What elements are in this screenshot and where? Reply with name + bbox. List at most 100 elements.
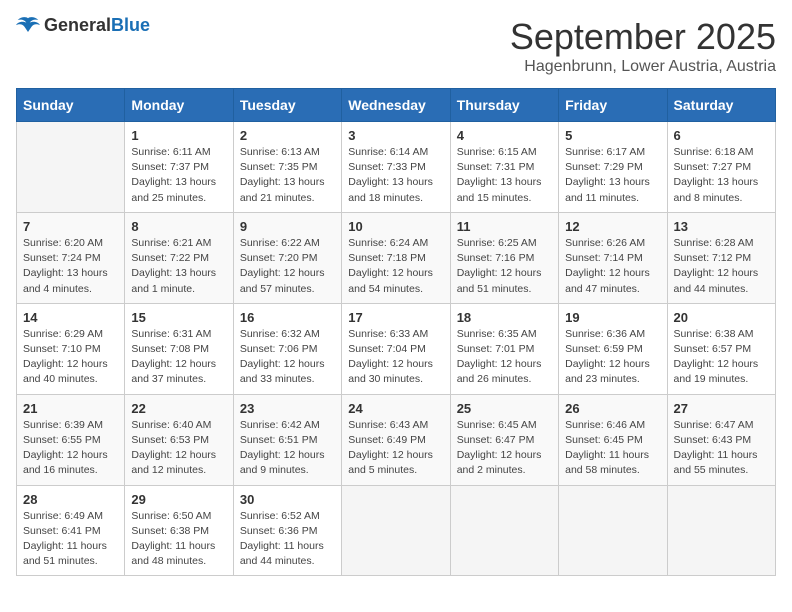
calendar-table: Sunday Monday Tuesday Wednesday Thursday… xyxy=(16,88,776,576)
calendar-cell: 22 Sunrise: 6:40 AMSunset: 6:53 PMDayligh… xyxy=(125,394,233,485)
calendar-cell: 28Sunrise: 6:49 AMSunset: 6:41 PMDayligh… xyxy=(17,485,125,576)
calendar-cell: 24 Sunrise: 6:43 AMSunset: 6:49 PMDayligh… xyxy=(342,394,450,485)
page-header: General Blue September 2025 Hagenbrunn, … xyxy=(16,16,776,76)
day-number: 4 xyxy=(457,128,552,143)
day-number: 19 xyxy=(565,310,660,325)
logo-general: General xyxy=(44,16,111,36)
day-number: 16 xyxy=(240,310,335,325)
day-info: Sunrise: 6:14 AMSunset: 7:33 PMDaylight:… xyxy=(348,145,443,206)
calendar-cell: 11 Sunrise: 6:25 AMSunset: 7:16 PMDayligh… xyxy=(450,212,558,303)
day-number: 5 xyxy=(565,128,660,143)
calendar-cell: 18Sunrise: 6:35 AMSunset: 7:01 PMDayligh… xyxy=(450,303,558,394)
calendar-cell: 27 Sunrise: 6:47 AMSunset: 6:43 PMDayligh… xyxy=(667,394,775,485)
day-number: 26 xyxy=(565,401,660,416)
header-wednesday: Wednesday xyxy=(342,89,450,122)
logo-bird-icon xyxy=(16,16,40,36)
calendar-cell: 26 Sunrise: 6:46 AMSunset: 6:45 PMDayligh… xyxy=(559,394,667,485)
header-sunday: Sunday xyxy=(17,89,125,122)
calendar-header: Sunday Monday Tuesday Wednesday Thursday… xyxy=(17,89,776,122)
day-info: Sunrise: 6:35 AMSunset: 7:01 PMDaylight:… xyxy=(457,327,552,388)
header-tuesday: Tuesday xyxy=(233,89,341,122)
title-section: September 2025 Hagenbrunn, Lower Austria… xyxy=(510,16,776,76)
header-friday: Friday xyxy=(559,89,667,122)
calendar-body: 1 Sunrise: 6:11 AMSunset: 7:37 PMDaylight… xyxy=(17,122,776,576)
day-number: 11 xyxy=(457,219,552,234)
day-info: Sunrise: 6:25 AMSunset: 7:16 PMDaylight:… xyxy=(457,236,552,297)
logo: General Blue xyxy=(16,16,150,36)
day-number: 13 xyxy=(674,219,769,234)
day-info: Sunrise: 6:36 AMSunset: 6:59 PMDaylight:… xyxy=(565,327,660,388)
calendar-cell xyxy=(17,122,125,213)
day-info: Sunrise: 6:46 AMSunset: 6:45 PMDaylight:… xyxy=(565,418,660,479)
day-number: 15 xyxy=(131,310,226,325)
day-info: Sunrise: 6:11 AMSunset: 7:37 PMDaylight:… xyxy=(131,145,226,206)
calendar-cell: 16 Sunrise: 6:32 AMSunset: 7:06 PMDayligh… xyxy=(233,303,341,394)
day-info: Sunrise: 6:15 AMSunset: 7:31 PMDaylight:… xyxy=(457,145,552,206)
day-info: Sunrise: 6:29 AMSunset: 7:10 PMDaylight:… xyxy=(23,327,118,388)
calendar-cell: 14 Sunrise: 6:29 AMSunset: 7:10 PMDayligh… xyxy=(17,303,125,394)
calendar-cell: 3 Sunrise: 6:14 AMSunset: 7:33 PMDaylight… xyxy=(342,122,450,213)
day-info: Sunrise: 6:33 AMSunset: 7:04 PMDaylight:… xyxy=(348,327,443,388)
day-number: 24 xyxy=(348,401,443,416)
day-number: 12 xyxy=(565,219,660,234)
weekday-header-row: Sunday Monday Tuesday Wednesday Thursday… xyxy=(17,89,776,122)
day-number: 17 xyxy=(348,310,443,325)
calendar-cell: 17 Sunrise: 6:33 AMSunset: 7:04 PMDayligh… xyxy=(342,303,450,394)
day-info: Sunrise: 6:47 AMSunset: 6:43 PMDaylight:… xyxy=(674,418,769,479)
calendar-week-row: 7 Sunrise: 6:20 AMSunset: 7:24 PMDaylight… xyxy=(17,212,776,303)
day-number: 2 xyxy=(240,128,335,143)
calendar-cell: 30 Sunrise: 6:52 AMSunset: 6:36 PMDayligh… xyxy=(233,485,341,576)
day-info: Sunrise: 6:39 AMSunset: 6:55 PMDaylight:… xyxy=(23,418,118,479)
logo-text: General Blue xyxy=(44,16,150,36)
day-number: 22 xyxy=(131,401,226,416)
day-number: 30 xyxy=(240,492,335,507)
calendar-cell: 4 Sunrise: 6:15 AMSunset: 7:31 PMDaylight… xyxy=(450,122,558,213)
calendar-cell: 21Sunrise: 6:39 AMSunset: 6:55 PMDayligh… xyxy=(17,394,125,485)
calendar-cell: 5 Sunrise: 6:17 AMSunset: 7:29 PMDaylight… xyxy=(559,122,667,213)
calendar-cell: 23Sunrise: 6:42 AMSunset: 6:51 PMDayligh… xyxy=(233,394,341,485)
calendar-cell: 10 Sunrise: 6:24 AMSunset: 7:18 PMDayligh… xyxy=(342,212,450,303)
calendar-cell xyxy=(450,485,558,576)
calendar-cell: 25Sunrise: 6:45 AMSunset: 6:47 PMDayligh… xyxy=(450,394,558,485)
calendar-week-row: 14 Sunrise: 6:29 AMSunset: 7:10 PMDayligh… xyxy=(17,303,776,394)
day-info: Sunrise: 6:52 AMSunset: 6:36 PMDaylight:… xyxy=(240,509,335,570)
day-info: Sunrise: 6:40 AMSunset: 6:53 PMDaylight:… xyxy=(131,418,226,479)
logo-blue: Blue xyxy=(111,16,150,36)
day-number: 7 xyxy=(23,219,118,234)
day-number: 23 xyxy=(240,401,335,416)
calendar-cell: 1 Sunrise: 6:11 AMSunset: 7:37 PMDaylight… xyxy=(125,122,233,213)
calendar-cell: 2 Sunrise: 6:13 AMSunset: 7:35 PMDaylight… xyxy=(233,122,341,213)
day-info: Sunrise: 6:43 AMSunset: 6:49 PMDaylight:… xyxy=(348,418,443,479)
header-saturday: Saturday xyxy=(667,89,775,122)
calendar-cell: 9 Sunrise: 6:22 AMSunset: 7:20 PMDaylight… xyxy=(233,212,341,303)
day-number: 27 xyxy=(674,401,769,416)
calendar-cell: 8Sunrise: 6:21 AMSunset: 7:22 PMDaylight… xyxy=(125,212,233,303)
day-number: 20 xyxy=(674,310,769,325)
header-monday: Monday xyxy=(125,89,233,122)
day-info: Sunrise: 6:50 AMSunset: 6:38 PMDaylight:… xyxy=(131,509,226,570)
calendar-week-row: 1 Sunrise: 6:11 AMSunset: 7:37 PMDaylight… xyxy=(17,122,776,213)
day-info: Sunrise: 6:45 AMSunset: 6:47 PMDaylight:… xyxy=(457,418,552,479)
day-info: Sunrise: 6:24 AMSunset: 7:18 PMDaylight:… xyxy=(348,236,443,297)
day-number: 1 xyxy=(131,128,226,143)
day-number: 14 xyxy=(23,310,118,325)
header-thursday: Thursday xyxy=(450,89,558,122)
day-number: 6 xyxy=(674,128,769,143)
calendar-cell: 19 Sunrise: 6:36 AMSunset: 6:59 PMDayligh… xyxy=(559,303,667,394)
calendar-week-row: 28Sunrise: 6:49 AMSunset: 6:41 PMDayligh… xyxy=(17,485,776,576)
day-number: 9 xyxy=(240,219,335,234)
day-number: 3 xyxy=(348,128,443,143)
day-info: Sunrise: 6:20 AMSunset: 7:24 PMDaylight:… xyxy=(23,236,118,297)
day-number: 29 xyxy=(131,492,226,507)
calendar-cell: 7 Sunrise: 6:20 AMSunset: 7:24 PMDaylight… xyxy=(17,212,125,303)
calendar-cell xyxy=(667,485,775,576)
day-info: Sunrise: 6:22 AMSunset: 7:20 PMDaylight:… xyxy=(240,236,335,297)
day-info: Sunrise: 6:32 AMSunset: 7:06 PMDaylight:… xyxy=(240,327,335,388)
calendar-cell: 6Sunrise: 6:18 AMSunset: 7:27 PMDaylight… xyxy=(667,122,775,213)
day-info: Sunrise: 6:49 AMSunset: 6:41 PMDaylight:… xyxy=(23,509,118,570)
day-info: Sunrise: 6:13 AMSunset: 7:35 PMDaylight:… xyxy=(240,145,335,206)
day-info: Sunrise: 6:17 AMSunset: 7:29 PMDaylight:… xyxy=(565,145,660,206)
calendar-cell: 20Sunrise: 6:38 AMSunset: 6:57 PMDayligh… xyxy=(667,303,775,394)
day-number: 10 xyxy=(348,219,443,234)
day-info: Sunrise: 6:31 AMSunset: 7:08 PMDaylight:… xyxy=(131,327,226,388)
